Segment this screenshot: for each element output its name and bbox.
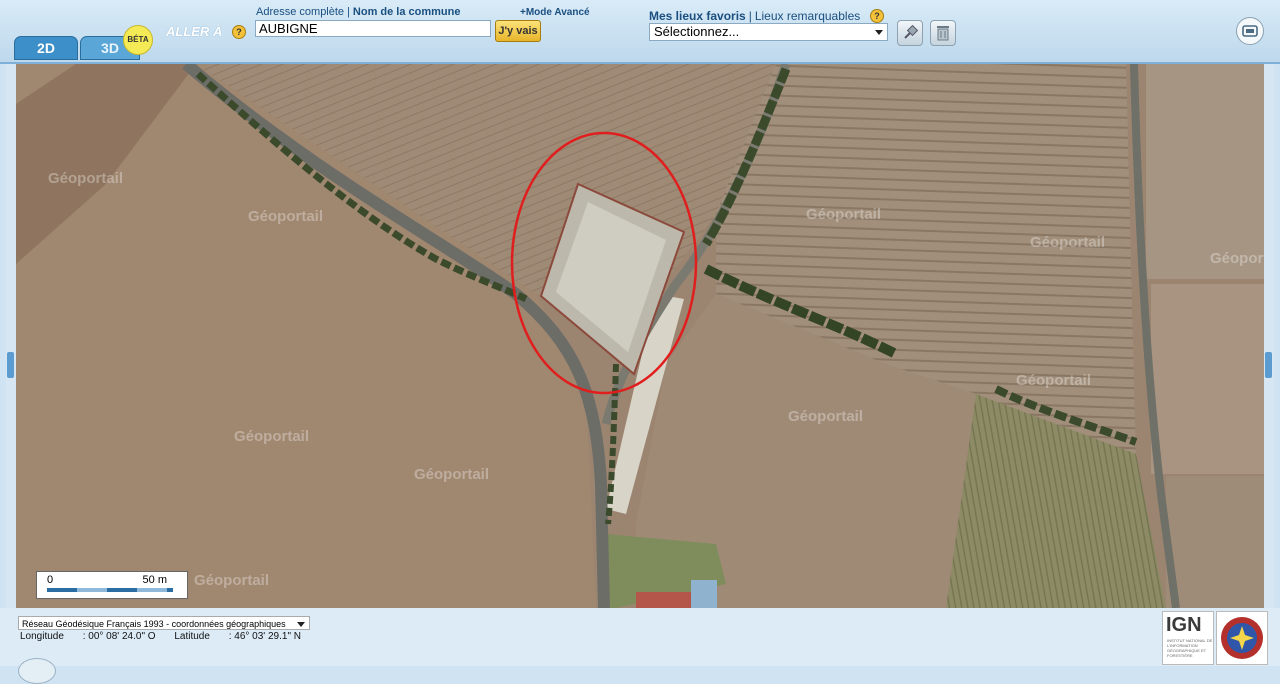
coordinates-footer: Réseau Géodésique Français 1993 - coordo…: [0, 608, 1280, 666]
watermark: Géoportail: [806, 206, 882, 223]
goto-label: ALLER À: [166, 24, 223, 39]
scale-ruler: [47, 588, 173, 592]
chevron-right-icon: [1265, 352, 1272, 378]
coordinates-readout: Longitude : 00° 08' 24.0" O Latitude : 4…: [20, 631, 317, 642]
watermark: Géoportail: [788, 408, 864, 425]
chevron-down-icon: [297, 622, 305, 627]
goto-help-icon[interactable]: ?: [232, 25, 246, 39]
watermark: Géoportail: [248, 208, 324, 225]
fullscreen-button[interactable]: [1236, 17, 1264, 45]
emblem-logo[interactable]: [1216, 611, 1268, 665]
screen-icon: [1242, 25, 1258, 37]
commune-input[interactable]: [255, 20, 491, 37]
trash-button[interactable]: [930, 20, 956, 46]
longitude-value: : 00° 08' 24.0" O: [82, 631, 156, 642]
ign-subtitle: INSTITUT NATIONAL DE L'INFORMATION GÉOGR…: [1167, 638, 1213, 658]
pin-button[interactable]: [897, 20, 923, 46]
address-separator: |: [347, 6, 350, 18]
projection-select[interactable]: Réseau Géodésique Français 1993 - coordo…: [18, 616, 310, 630]
ign-logo[interactable]: IGN INSTITUT NATIONAL DE L'INFORMATION G…: [1162, 611, 1214, 665]
favorites-separator: |: [748, 9, 752, 23]
latitude-value: : 46° 03' 29.1" N: [228, 631, 301, 642]
left-panel-toggle[interactable]: [6, 64, 16, 608]
latitude-label: Latitude: [174, 631, 210, 642]
go-button[interactable]: J'y vais: [495, 20, 541, 42]
watermark: Géoportail: [48, 170, 124, 187]
scale-label: 50 m: [142, 574, 167, 586]
longitude-label: Longitude: [20, 631, 64, 642]
tab-2d[interactable]: 2D: [14, 36, 78, 60]
expand-button[interactable]: [18, 658, 56, 684]
watermark: Géoportail: [414, 466, 490, 483]
watermark: Géoportail: [1210, 250, 1264, 267]
chevron-down-icon: [875, 30, 883, 35]
favorites-select-value: Sélectionnez...: [654, 24, 740, 39]
aerial-imagery: [16, 64, 1264, 608]
commune-link[interactable]: Nom de la commune: [353, 6, 461, 18]
watermark: Géoportail: [194, 572, 270, 589]
my-places-link[interactable]: Mes lieux favoris: [649, 9, 746, 23]
favorites-links: Mes lieux favoris | Lieux remarquables: [649, 9, 860, 23]
advanced-mode-link[interactable]: +Mode Avancé: [520, 7, 590, 18]
address-mode-links: Adresse complète | Nom de la commune: [256, 6, 460, 18]
favorites-help-icon[interactable]: ?: [870, 9, 884, 23]
address-link[interactable]: Adresse complète: [256, 6, 344, 18]
beta-badge: BÉTA: [123, 25, 153, 55]
aerial-map[interactable]: Géoportail Géoportail Géoportail Géoport…: [16, 64, 1264, 608]
remarkable-places-link[interactable]: Lieux remarquables: [755, 9, 860, 23]
right-panel-toggle[interactable]: [1264, 64, 1274, 608]
emblem-icon: [1221, 617, 1263, 659]
chevron-left-icon: [7, 352, 14, 378]
projection-value: Réseau Géodésique Français 1993 - coordo…: [22, 619, 286, 629]
trash-icon: [937, 26, 949, 41]
watermark: Géoportail: [234, 428, 310, 445]
scale-bar: 0 50 m: [36, 571, 188, 599]
scale-zero: 0: [47, 574, 54, 586]
favorites-select[interactable]: Sélectionnez...: [649, 23, 888, 41]
ign-logo-text: IGN: [1166, 614, 1202, 636]
pin-icon: [904, 24, 919, 39]
watermark: Géoportail: [1016, 372, 1092, 389]
watermark: Géoportail: [1030, 234, 1106, 251]
top-toolbar: 2D 3D BÉTA ALLER À ? Adresse complète | No…: [0, 0, 1280, 64]
